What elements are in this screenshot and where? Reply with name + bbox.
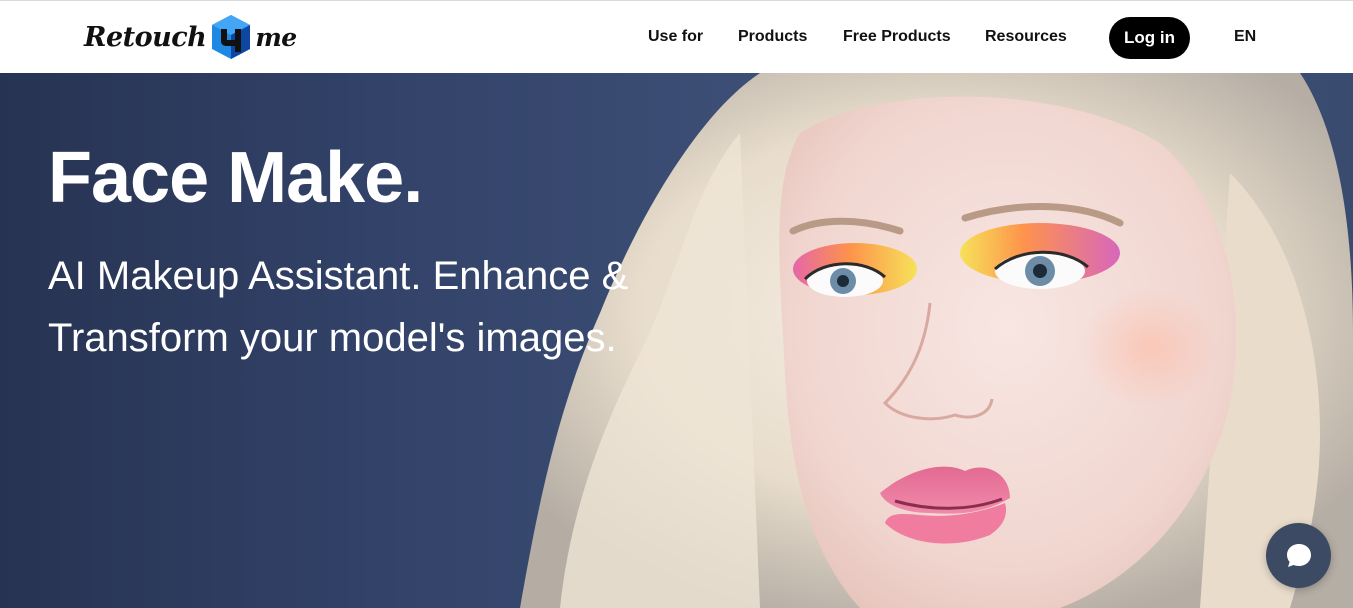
site-header: Retouch me Use for Products Free Product… bbox=[0, 0, 1353, 73]
cube-icon bbox=[212, 15, 251, 59]
nav-use-for[interactable]: Use for bbox=[648, 28, 703, 46]
chat-button[interactable] bbox=[1266, 523, 1331, 588]
login-button[interactable]: Log in bbox=[1109, 17, 1190, 59]
language-selector[interactable]: EN bbox=[1234, 28, 1256, 46]
chat-bubble-icon bbox=[1286, 543, 1311, 567]
logo-word-me: me bbox=[255, 22, 297, 52]
hero-subtitle: AI Makeup Assistant. Enhance & Transform… bbox=[48, 254, 629, 360]
logo[interactable]: Retouch me bbox=[84, 13, 297, 61]
nav-resources[interactable]: Resources bbox=[985, 28, 1067, 46]
hero-section: Face Make. AI Makeup Assistant. Enhance … bbox=[0, 73, 1353, 608]
nav-products[interactable]: Products bbox=[738, 28, 807, 46]
nav-free-products[interactable]: Free Products bbox=[843, 28, 951, 46]
hero-title: Face Make. bbox=[48, 138, 423, 218]
logo-word-retouch: Retouch bbox=[84, 21, 207, 53]
